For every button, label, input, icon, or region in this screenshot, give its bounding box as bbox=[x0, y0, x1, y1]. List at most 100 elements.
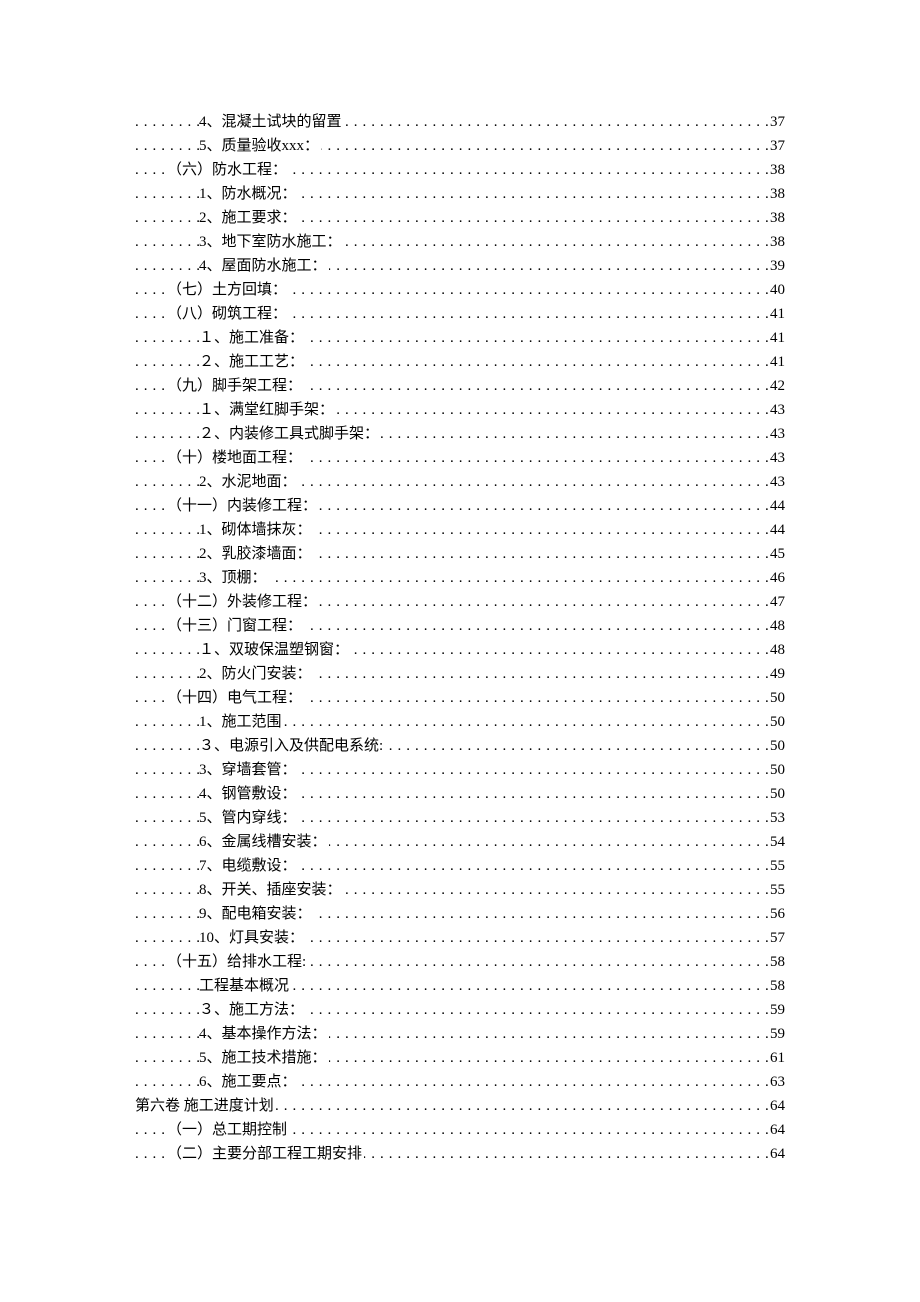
toc-entry: ........................................… bbox=[135, 998, 785, 1022]
toc-entry-label: 4、屋面防水施工： bbox=[199, 258, 329, 274]
toc-entry-label: 工程基本概况 bbox=[199, 978, 291, 994]
toc-entry: ........................................… bbox=[135, 1094, 785, 1118]
toc-entry-page: 55 bbox=[768, 878, 785, 902]
toc-entry-page: 46 bbox=[768, 566, 785, 590]
toc-entry-page: 44 bbox=[768, 494, 785, 518]
toc-entry-label: 4、基本操作方法： bbox=[199, 1026, 329, 1042]
toc-entry-page: 44 bbox=[768, 518, 785, 542]
toc-entry-page: 61 bbox=[768, 1046, 785, 1070]
toc-entry-page: 50 bbox=[768, 710, 785, 734]
toc-entry-page: 53 bbox=[768, 806, 785, 830]
toc-entry: ........................................… bbox=[135, 1022, 785, 1046]
toc-entry: ........................................… bbox=[135, 134, 785, 158]
toc-entry-label: （十五）给排水工程: bbox=[167, 954, 308, 970]
toc-entry-label: 6、金属线槽安装： bbox=[199, 834, 329, 850]
toc-entry: ........................................… bbox=[135, 542, 785, 566]
toc-entry-label: 9、配电箱安装： bbox=[199, 906, 314, 922]
toc-entry-label: １、施工准备： bbox=[199, 330, 306, 346]
toc-entry-label: 10、灯具安装： bbox=[199, 930, 306, 946]
toc-entry-label: 3、顶棚： bbox=[199, 570, 269, 586]
toc-entry: ........................................… bbox=[135, 158, 785, 182]
toc-entry-page: 50 bbox=[768, 734, 785, 758]
toc-entry-label: 2、乳胶漆墙面： bbox=[199, 546, 314, 562]
toc-entry: ........................................… bbox=[135, 758, 785, 782]
toc-entry: ........................................… bbox=[135, 374, 785, 398]
toc-entry-page: 58 bbox=[768, 974, 785, 998]
toc-entry-label: 3、穿墙套管： bbox=[199, 762, 299, 778]
toc-entry-label: 1、防水概况： bbox=[199, 186, 299, 202]
toc-entry-page: 38 bbox=[768, 230, 785, 254]
toc-entry-label: （一）总工期控制 bbox=[167, 1122, 289, 1138]
toc-entry: ........................................… bbox=[135, 950, 785, 974]
toc-entry-page: 59 bbox=[768, 998, 785, 1022]
toc-entry-page: 64 bbox=[768, 1142, 785, 1166]
toc-entry: ........................................… bbox=[135, 518, 785, 542]
toc-entry: ........................................… bbox=[135, 326, 785, 350]
toc-entry: ........................................… bbox=[135, 590, 785, 614]
toc-entry-page: 64 bbox=[768, 1094, 785, 1118]
toc-entry: ........................................… bbox=[135, 446, 785, 470]
toc-entry: ........................................… bbox=[135, 278, 785, 302]
toc-entry-label: （九）脚手架工程： bbox=[167, 378, 304, 394]
toc-entry-label: 3、地下室防水施工： bbox=[199, 234, 344, 250]
toc-entry-label: 2、水泥地面： bbox=[199, 474, 299, 490]
toc-entry-page: 40 bbox=[768, 278, 785, 302]
toc-entry-page: 43 bbox=[768, 422, 785, 446]
toc-entry-label: 2、施工要求： bbox=[199, 210, 299, 226]
toc-entry-label: （八）砌筑工程： bbox=[167, 306, 289, 322]
toc-entry: ........................................… bbox=[135, 902, 785, 926]
toc-page: ........................................… bbox=[0, 0, 920, 1302]
toc-list: ........................................… bbox=[135, 110, 785, 1166]
toc-entry-label: 4、钢管敷设： bbox=[199, 786, 299, 802]
toc-entry-label: 1、施工范围 bbox=[199, 714, 284, 730]
toc-entry-label: 5、施工技术措施： bbox=[199, 1050, 329, 1066]
toc-entry: ........................................… bbox=[135, 782, 785, 806]
toc-entry-label: 5、管内穿线： bbox=[199, 810, 299, 826]
toc-entry-page: 49 bbox=[768, 662, 785, 686]
toc-entry: ........................................… bbox=[135, 878, 785, 902]
toc-entry-page: 38 bbox=[768, 158, 785, 182]
toc-entry: ........................................… bbox=[135, 470, 785, 494]
toc-entry: ........................................… bbox=[135, 710, 785, 734]
toc-entry: ........................................… bbox=[135, 1046, 785, 1070]
toc-entry-label: １、满堂红脚手架： bbox=[199, 402, 336, 418]
toc-entry-page: 41 bbox=[768, 326, 785, 350]
toc-entry: ........................................… bbox=[135, 830, 785, 854]
toc-entry-label: ３、电源引入及供配电系统: bbox=[199, 738, 385, 754]
toc-entry-page: 43 bbox=[768, 398, 785, 422]
toc-entry-page: 38 bbox=[768, 206, 785, 230]
toc-entry-label: 4、混凝土试块的留置 bbox=[199, 114, 344, 130]
toc-entry-label: （十）楼地面工程： bbox=[167, 450, 304, 466]
toc-entry-page: 58 bbox=[768, 950, 785, 974]
toc-entry-label: （十二）外装修工程： bbox=[167, 594, 319, 610]
toc-entry: ........................................… bbox=[135, 302, 785, 326]
toc-entry-label: 8、开关、插座安装： bbox=[199, 882, 344, 898]
toc-entry: ........................................… bbox=[135, 206, 785, 230]
toc-entry: ........................................… bbox=[135, 254, 785, 278]
toc-entry: ........................................… bbox=[135, 974, 785, 998]
toc-entry: ........................................… bbox=[135, 926, 785, 950]
toc-entry-label: （二）主要分部工程工期安排 bbox=[167, 1146, 364, 1162]
toc-entry-page: 64 bbox=[768, 1118, 785, 1142]
toc-entry-label: （十四）电气工程： bbox=[167, 690, 304, 706]
toc-entry: ........................................… bbox=[135, 110, 785, 134]
toc-entry-page: 37 bbox=[768, 110, 785, 134]
toc-entry: ........................................… bbox=[135, 350, 785, 374]
toc-entry: ........................................… bbox=[135, 1070, 785, 1094]
toc-entry: ........................................… bbox=[135, 638, 785, 662]
toc-entry-page: 48 bbox=[768, 614, 785, 638]
toc-entry: ........................................… bbox=[135, 614, 785, 638]
toc-entry-page: 41 bbox=[768, 302, 785, 326]
toc-entry-label: 第六卷 施工进度计划 bbox=[135, 1098, 276, 1114]
toc-entry-page: 56 bbox=[768, 902, 785, 926]
toc-entry-page: 41 bbox=[768, 350, 785, 374]
toc-entry-page: 55 bbox=[768, 854, 785, 878]
toc-entry: ........................................… bbox=[135, 182, 785, 206]
toc-entry: ........................................… bbox=[135, 1142, 785, 1166]
toc-entry-page: 59 bbox=[768, 1022, 785, 1046]
toc-entry: ........................................… bbox=[135, 422, 785, 446]
toc-entry: ........................................… bbox=[135, 494, 785, 518]
toc-entry-page: 38 bbox=[768, 182, 785, 206]
toc-entry: ........................................… bbox=[135, 398, 785, 422]
toc-entry-label: ２、施工工艺： bbox=[199, 354, 306, 370]
